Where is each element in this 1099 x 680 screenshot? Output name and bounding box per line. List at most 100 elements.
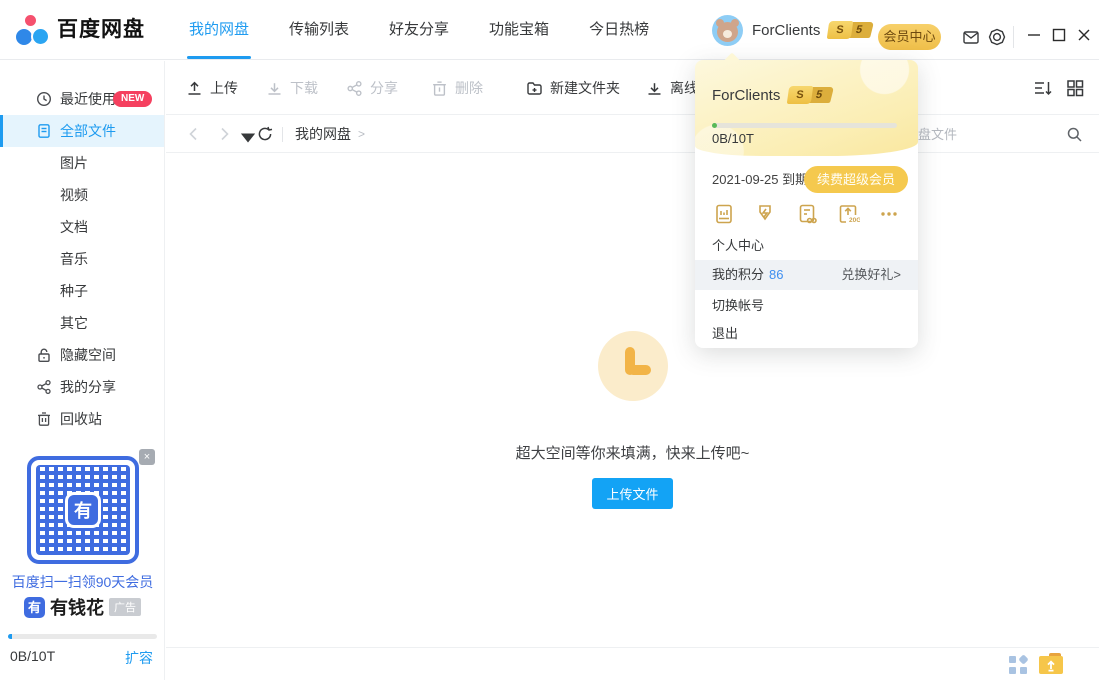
clock-icon — [36, 91, 52, 107]
vip-center-button[interactable]: 会员中心 — [878, 24, 941, 50]
doc-unlimited-icon[interactable] — [795, 202, 819, 226]
history-caret-icon[interactable] — [240, 130, 249, 139]
top-header: 百度网盘 我的网盘 传输列表 好友分享 功能宝箱 今日热榜 ForClients… — [0, 0, 1099, 60]
file-icon — [36, 123, 52, 139]
maximize-icon[interactable] — [1051, 27, 1067, 43]
upload-file-button[interactable]: 上传文件 — [592, 478, 672, 509]
tab-transfer-list[interactable]: 传输列表 — [285, 0, 353, 60]
sidebar-item-my-shares[interactable]: 我的分享 — [0, 371, 164, 403]
trash-icon — [431, 80, 448, 97]
clock-illustration-icon — [598, 331, 668, 401]
sidebar-item-label: 其它 — [60, 315, 88, 331]
svip-badge: S — [827, 21, 854, 39]
sidebar-item-videos[interactable]: 视频 — [0, 179, 164, 211]
forward-icon[interactable] — [216, 126, 232, 142]
back-icon[interactable] — [186, 126, 202, 142]
download-button[interactable]: 下载 — [266, 61, 318, 115]
toolbar-label: 上传 — [210, 78, 238, 98]
menu-user-name: ForClients — [712, 87, 780, 104]
breadcrumb-divider — [282, 127, 283, 142]
menu-storage-progress-bar — [712, 123, 897, 128]
sidebar-item-pictures[interactable]: 图片 — [0, 147, 164, 179]
renew-svip-button[interactable]: 续费超级会员 — [804, 166, 908, 193]
tab-hot-today[interactable]: 今日热榜 — [585, 0, 653, 60]
close-icon[interactable] — [1076, 27, 1092, 43]
new-folder-button[interactable]: 新建文件夹 — [526, 61, 620, 115]
sidebar-item-recycle-bin[interactable]: 回收站 — [0, 403, 164, 435]
more-privileges-icon[interactable] — [877, 202, 901, 226]
storage-footer: 0B/10T 扩容 — [0, 634, 165, 680]
sidebar-item-label: 文档 — [60, 219, 88, 235]
empty-state: 超大空间等你来填满，快来上传吧~ 上传文件 — [166, 154, 1099, 509]
sidebar: 最近使用 NEW 全部文件 图片 视频 文档 音乐 种子 其它 隐藏空间 — [0, 61, 165, 680]
window-controls-divider — [1013, 26, 1014, 48]
mini-apps-icon[interactable] — [1009, 656, 1027, 674]
upload-folder-icon[interactable] — [1039, 653, 1063, 674]
upload-button[interactable]: 上传 — [186, 61, 238, 115]
menu-item-profile[interactable]: 个人中心 — [695, 232, 918, 260]
storage-usage: 0B/10T — [10, 648, 55, 664]
brand-logo-icon: 有 — [24, 597, 45, 618]
points-value: 86 — [769, 267, 783, 282]
redeem-gifts-link[interactable]: 兑换好礼> — [841, 260, 901, 290]
toolbar-label: 新建文件夹 — [550, 78, 620, 98]
sidebar-item-label: 回收站 — [60, 411, 102, 427]
mail-icon[interactable] — [962, 28, 980, 46]
tab-friend-share[interactable]: 好友分享 — [385, 0, 453, 60]
delete-button[interactable]: 删除 — [431, 61, 483, 115]
sidebar-item-documents[interactable]: 文档 — [0, 211, 164, 243]
sidebar-item-music[interactable]: 音乐 — [0, 243, 164, 275]
breadcrumb-bar: 我的网盘 > — [166, 116, 1099, 153]
qr-code: 有 — [27, 456, 139, 564]
storage-card-icon[interactable] — [712, 202, 736, 226]
view-grid-icon[interactable] — [1065, 78, 1085, 98]
sidebar-item-label: 最近使用 — [60, 91, 116, 107]
ad-close-icon[interactable]: × — [139, 449, 155, 465]
sidebar-item-all-files[interactable]: 全部文件 — [0, 115, 164, 147]
upload-icon — [186, 80, 203, 97]
svg-text:20G: 20G — [849, 217, 860, 224]
main-area: 上传 下载 分享 删除 新建文件夹 离线下载 — [166, 61, 1099, 680]
sidebar-item-label: 音乐 — [60, 251, 88, 267]
search-icon[interactable] — [1066, 126, 1083, 143]
toolbar-label: 下载 — [290, 78, 318, 98]
menu-storage-usage: 0B/10T — [712, 131, 754, 146]
share-button[interactable]: 分享 — [346, 61, 398, 115]
minimize-icon[interactable] — [1026, 27, 1042, 43]
menu-item-logout[interactable]: 退出 — [695, 320, 918, 348]
refresh-icon[interactable] — [257, 126, 273, 142]
toolbar-label: 删除 — [455, 78, 483, 98]
lock-icon — [36, 347, 52, 363]
sidebar-item-label: 全部文件 — [60, 123, 116, 139]
tab-toolbox[interactable]: 功能宝箱 — [485, 0, 553, 60]
status-bar — [166, 647, 1099, 680]
speed-download-icon[interactable] — [753, 202, 777, 226]
ad-caption: 百度扫一扫领90天会员 — [0, 572, 165, 592]
upload-quota-icon[interactable]: 20G — [836, 202, 860, 226]
menu-vip-badges: S 5 — [788, 86, 832, 104]
sidebar-item-label: 视频 — [60, 187, 88, 203]
sidebar-item-recent[interactable]: 最近使用 NEW — [0, 83, 164, 115]
new-folder-icon — [526, 80, 543, 97]
svip-badge: S — [787, 86, 814, 104]
user-cluster[interactable]: ForClients S 5 — [712, 0, 872, 60]
empty-message: 超大空间等你来填满，快来上传吧~ — [166, 442, 1099, 463]
expand-storage-link[interactable]: 扩容 — [125, 648, 153, 668]
user-name[interactable]: ForClients — [752, 22, 820, 39]
qr-brand-logo: 有 — [65, 492, 101, 528]
toolbar-label: 分享 — [370, 78, 398, 98]
user-avatar[interactable] — [712, 15, 743, 46]
tab-my-drive[interactable]: 我的网盘 — [185, 0, 253, 60]
sidebar-item-torrents[interactable]: 种子 — [0, 275, 164, 307]
sidebar-item-label: 图片 — [60, 155, 88, 171]
menu-item-switch-account[interactable]: 切换帐号 — [695, 292, 918, 320]
menu-item-points[interactable]: 我的积分 86 兑换好礼> — [695, 260, 918, 290]
brand-name: 有钱花 — [50, 594, 104, 620]
sidebar-item-label: 隐藏空间 — [60, 347, 116, 363]
sidebar-item-others[interactable]: 其它 — [0, 307, 164, 339]
breadcrumb-path[interactable]: 我的网盘 — [295, 116, 351, 153]
sidebar-item-hidden-space[interactable]: 隐藏空间 — [0, 339, 164, 371]
settings-icon[interactable] — [988, 28, 1006, 46]
sort-icon[interactable] — [1033, 78, 1053, 98]
points-label: 我的积分 — [712, 267, 764, 282]
